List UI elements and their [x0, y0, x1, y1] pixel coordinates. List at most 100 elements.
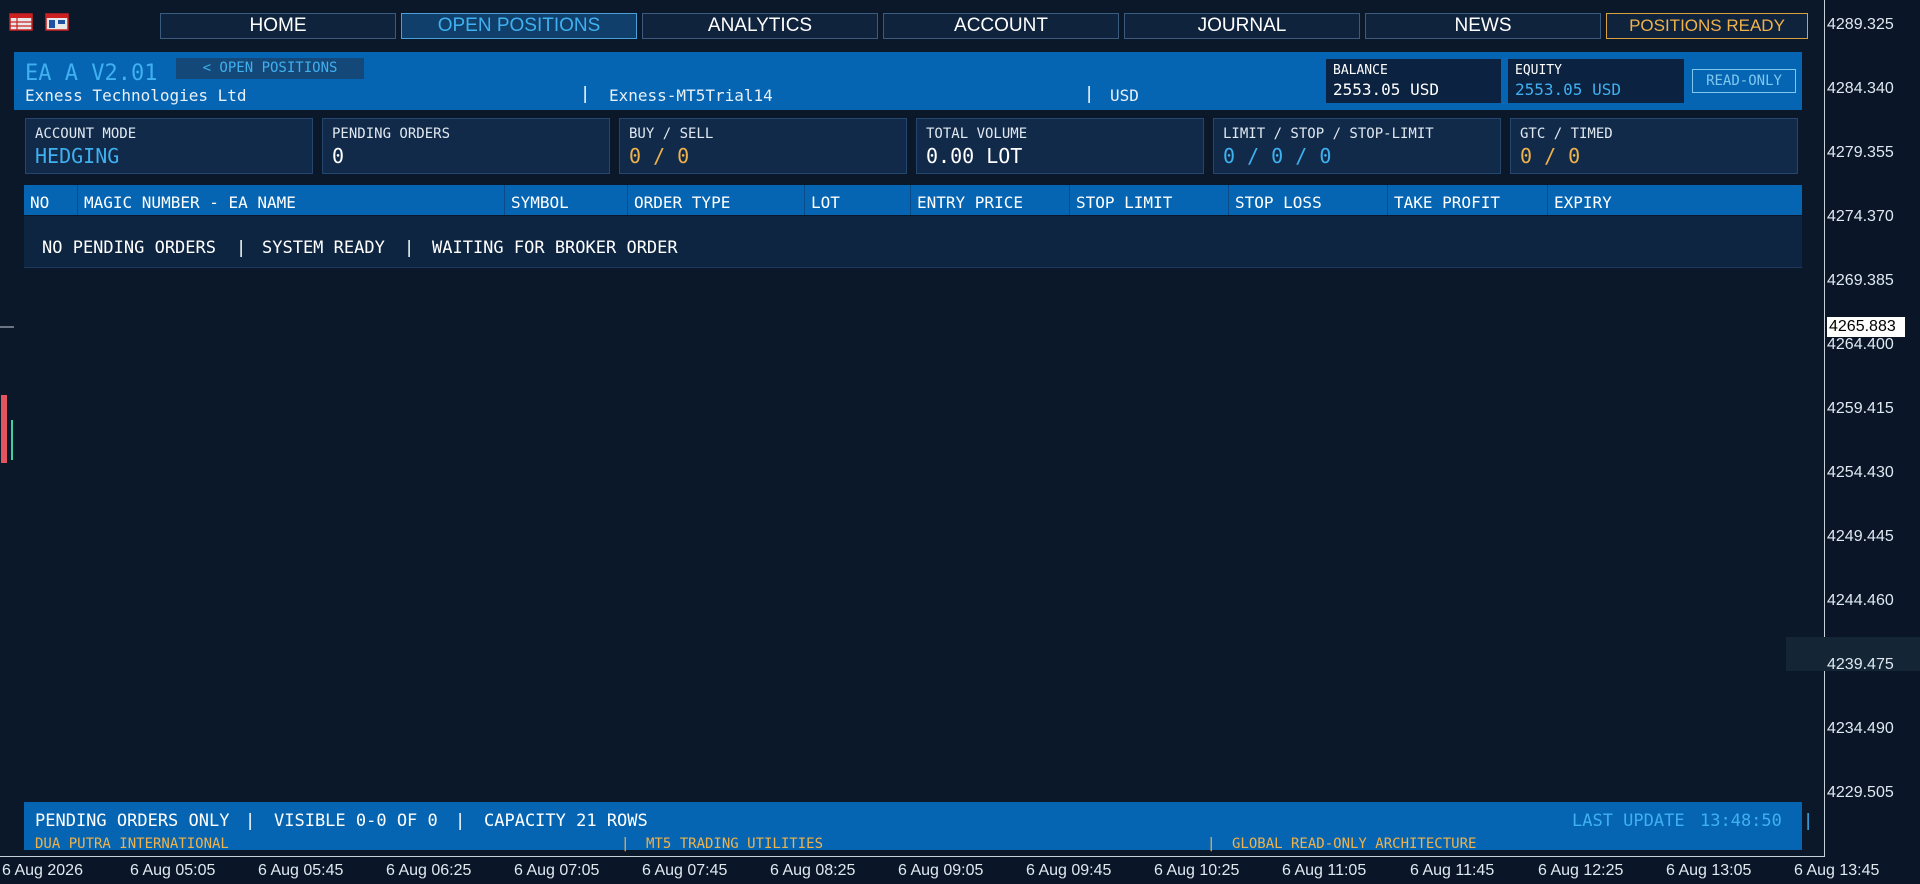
- time-tick: 6 Aug 07:05: [514, 862, 600, 879]
- col-no[interactable]: NO: [24, 185, 77, 215]
- price-tick: 4289.325: [1827, 16, 1894, 33]
- time-tick: 6 Aug 11:45: [1410, 862, 1495, 879]
- stat-gtc-timed: GTC / TIMED 0 / 0: [1510, 118, 1798, 174]
- header-separator: |: [580, 84, 591, 104]
- price-tick: 4239.475: [1827, 656, 1894, 673]
- time-tick: 6 Aug 12:25: [1538, 862, 1624, 879]
- footer-separator: |: [245, 811, 256, 831]
- price-tick: 4244.460: [1827, 592, 1894, 609]
- time-tick: 6 Aug 09:45: [1026, 862, 1112, 879]
- positions-ready-badge[interactable]: POSITIONS READY: [1606, 13, 1808, 39]
- stat-label: PENDING ORDERS: [332, 126, 451, 142]
- time-tick: 6 Aug 10:25: [1154, 862, 1240, 879]
- col-lot[interactable]: LOT: [804, 185, 910, 215]
- nav-home[interactable]: HOME: [160, 13, 396, 39]
- broker-company: Exness Technologies Ltd: [25, 86, 247, 105]
- stat-account-mode: ACCOUNT MODE HEDGING: [25, 118, 313, 174]
- time-tick: 6 Aug 05:45: [258, 862, 344, 879]
- footer-credit: GLOBAL READ-ONLY ARCHITECTURE: [1232, 836, 1477, 852]
- time-tick: 6 Aug 07:45: [642, 862, 728, 879]
- stat-value: 0 / 0: [629, 144, 690, 168]
- equity-label: EQUITY: [1515, 63, 1562, 78]
- footer-credit: DUA PUTRA INTERNATIONAL: [35, 836, 229, 852]
- nav-open-positions[interactable]: OPEN POSITIONS: [401, 13, 637, 39]
- ea-title: EA A V2.01: [25, 61, 158, 86]
- time-tick: 6 Aug 13:45: [1794, 862, 1880, 879]
- time-tick: 6 Aug 06:25: [386, 862, 472, 879]
- price-tick: 4234.490: [1827, 720, 1894, 737]
- left-candle-marker: [0, 326, 14, 463]
- footer-separator: |: [1207, 836, 1216, 852]
- window-layout-icon[interactable]: [45, 13, 69, 31]
- price-tick: 4279.355: [1827, 144, 1894, 161]
- read-only-badge[interactable]: READ-ONLY: [1692, 69, 1796, 93]
- col-expiry[interactable]: EXPIRY: [1547, 185, 1802, 215]
- balance-box: BALANCE 2553.05 USD: [1326, 59, 1501, 103]
- table-icon[interactable]: [9, 13, 33, 31]
- footer-separator: |: [1803, 811, 1814, 831]
- price-tick: 4264.400: [1827, 336, 1894, 353]
- stat-pending-orders: PENDING ORDERS 0: [322, 118, 610, 174]
- stat-value: 0 / 0 / 0: [1223, 144, 1332, 168]
- empty-message: SYSTEM READY: [262, 238, 385, 258]
- time-tick: 6 Aug 05:05: [130, 862, 216, 879]
- stat-label: BUY / SELL: [629, 126, 714, 142]
- account-currency: USD: [1110, 86, 1139, 105]
- empty-message: NO PENDING ORDERS: [42, 238, 216, 258]
- stat-value: HEDGING: [35, 144, 120, 168]
- row-separator: |: [404, 238, 415, 258]
- footer-status: CAPACITY 21 ROWS: [484, 811, 648, 831]
- stat-value: 0 / 0: [1520, 144, 1581, 168]
- stat-label: GTC / TIMED: [1520, 126, 1613, 142]
- equity-box: EQUITY 2553.05 USD: [1508, 59, 1684, 103]
- footer-separator: |: [621, 836, 630, 852]
- footer-status: PENDING ORDERS ONLY: [35, 811, 230, 831]
- table-empty-row: NO PENDING ORDERS | SYSTEM READY | WAITI…: [24, 216, 1802, 268]
- stat-label: ACCOUNT MODE: [35, 126, 137, 142]
- nav-journal[interactable]: JOURNAL: [1124, 13, 1360, 39]
- server-name: Exness-MT5Trial14: [609, 86, 773, 105]
- equity-value: 2553.05 USD: [1515, 80, 1621, 99]
- stat-label: TOTAL VOLUME: [926, 126, 1028, 142]
- balance-value: 2553.05 USD: [1333, 80, 1439, 99]
- stat-value: 0.00 LOT: [926, 144, 1023, 168]
- time-tick: 6 Aug 2026: [2, 862, 83, 879]
- nav-news[interactable]: NEWS: [1365, 13, 1601, 39]
- footer-separator: |: [455, 811, 466, 831]
- nav-analytics[interactable]: ANALYTICS: [642, 13, 878, 39]
- last-update-time: 13:48:50: [1700, 811, 1782, 831]
- price-tick: 4254.430: [1827, 464, 1894, 481]
- stat-buy-sell: BUY / SELL 0 / 0: [619, 118, 907, 174]
- footer-status: VISIBLE 0-0 OF 0: [274, 811, 438, 831]
- time-tick: 6 Aug 09:05: [898, 862, 984, 879]
- row-separator: |: [236, 238, 247, 258]
- price-tick: 4274.370: [1827, 208, 1894, 225]
- empty-message: WAITING FOR BROKER ORDER: [432, 238, 678, 258]
- current-price-label: 4265.883: [1827, 317, 1905, 337]
- col-symbol[interactable]: SYMBOL: [504, 185, 627, 215]
- col-take-profit[interactable]: TAKE PROFIT: [1387, 185, 1547, 215]
- price-tick: 4259.415: [1827, 400, 1894, 417]
- price-tick: 4229.505: [1827, 784, 1894, 801]
- stat-value: 0: [332, 144, 345, 168]
- footer-credit: MT5 TRADING UTILITIES: [646, 836, 824, 852]
- time-tick: 6 Aug 13:05: [1666, 862, 1752, 879]
- top-nav-bar: HOME OPEN POSITIONS ANALYTICS ACCOUNT JO…: [0, 0, 1825, 42]
- stat-total-volume: TOTAL VOLUME 0.00 LOT: [916, 118, 1204, 174]
- orders-table-header: NO MAGIC NUMBER - EA NAME SYMBOL ORDER T…: [24, 185, 1802, 215]
- col-stop-limit[interactable]: STOP LIMIT: [1069, 185, 1228, 215]
- back-to-open-positions-button[interactable]: < OPEN POSITIONS: [176, 58, 364, 79]
- time-tick: 6 Aug 08:25: [770, 862, 856, 879]
- last-update-label: LAST UPDATE: [1572, 811, 1685, 831]
- header-separator: |: [1084, 84, 1095, 104]
- col-entry-price[interactable]: ENTRY PRICE: [910, 185, 1069, 215]
- price-tick: 4269.385: [1827, 272, 1894, 289]
- col-magic-ea[interactable]: MAGIC NUMBER - EA NAME: [77, 185, 504, 215]
- col-stop-loss[interactable]: STOP LOSS: [1228, 185, 1387, 215]
- nav-account[interactable]: ACCOUNT: [883, 13, 1119, 39]
- stat-label: LIMIT / STOP / STOP-LIMIT: [1223, 126, 1434, 142]
- balance-label: BALANCE: [1333, 63, 1388, 78]
- time-tick: 6 Aug 11:05: [1282, 862, 1367, 879]
- price-tick: 4249.445: [1827, 528, 1894, 545]
- col-order-type[interactable]: ORDER TYPE: [627, 185, 804, 215]
